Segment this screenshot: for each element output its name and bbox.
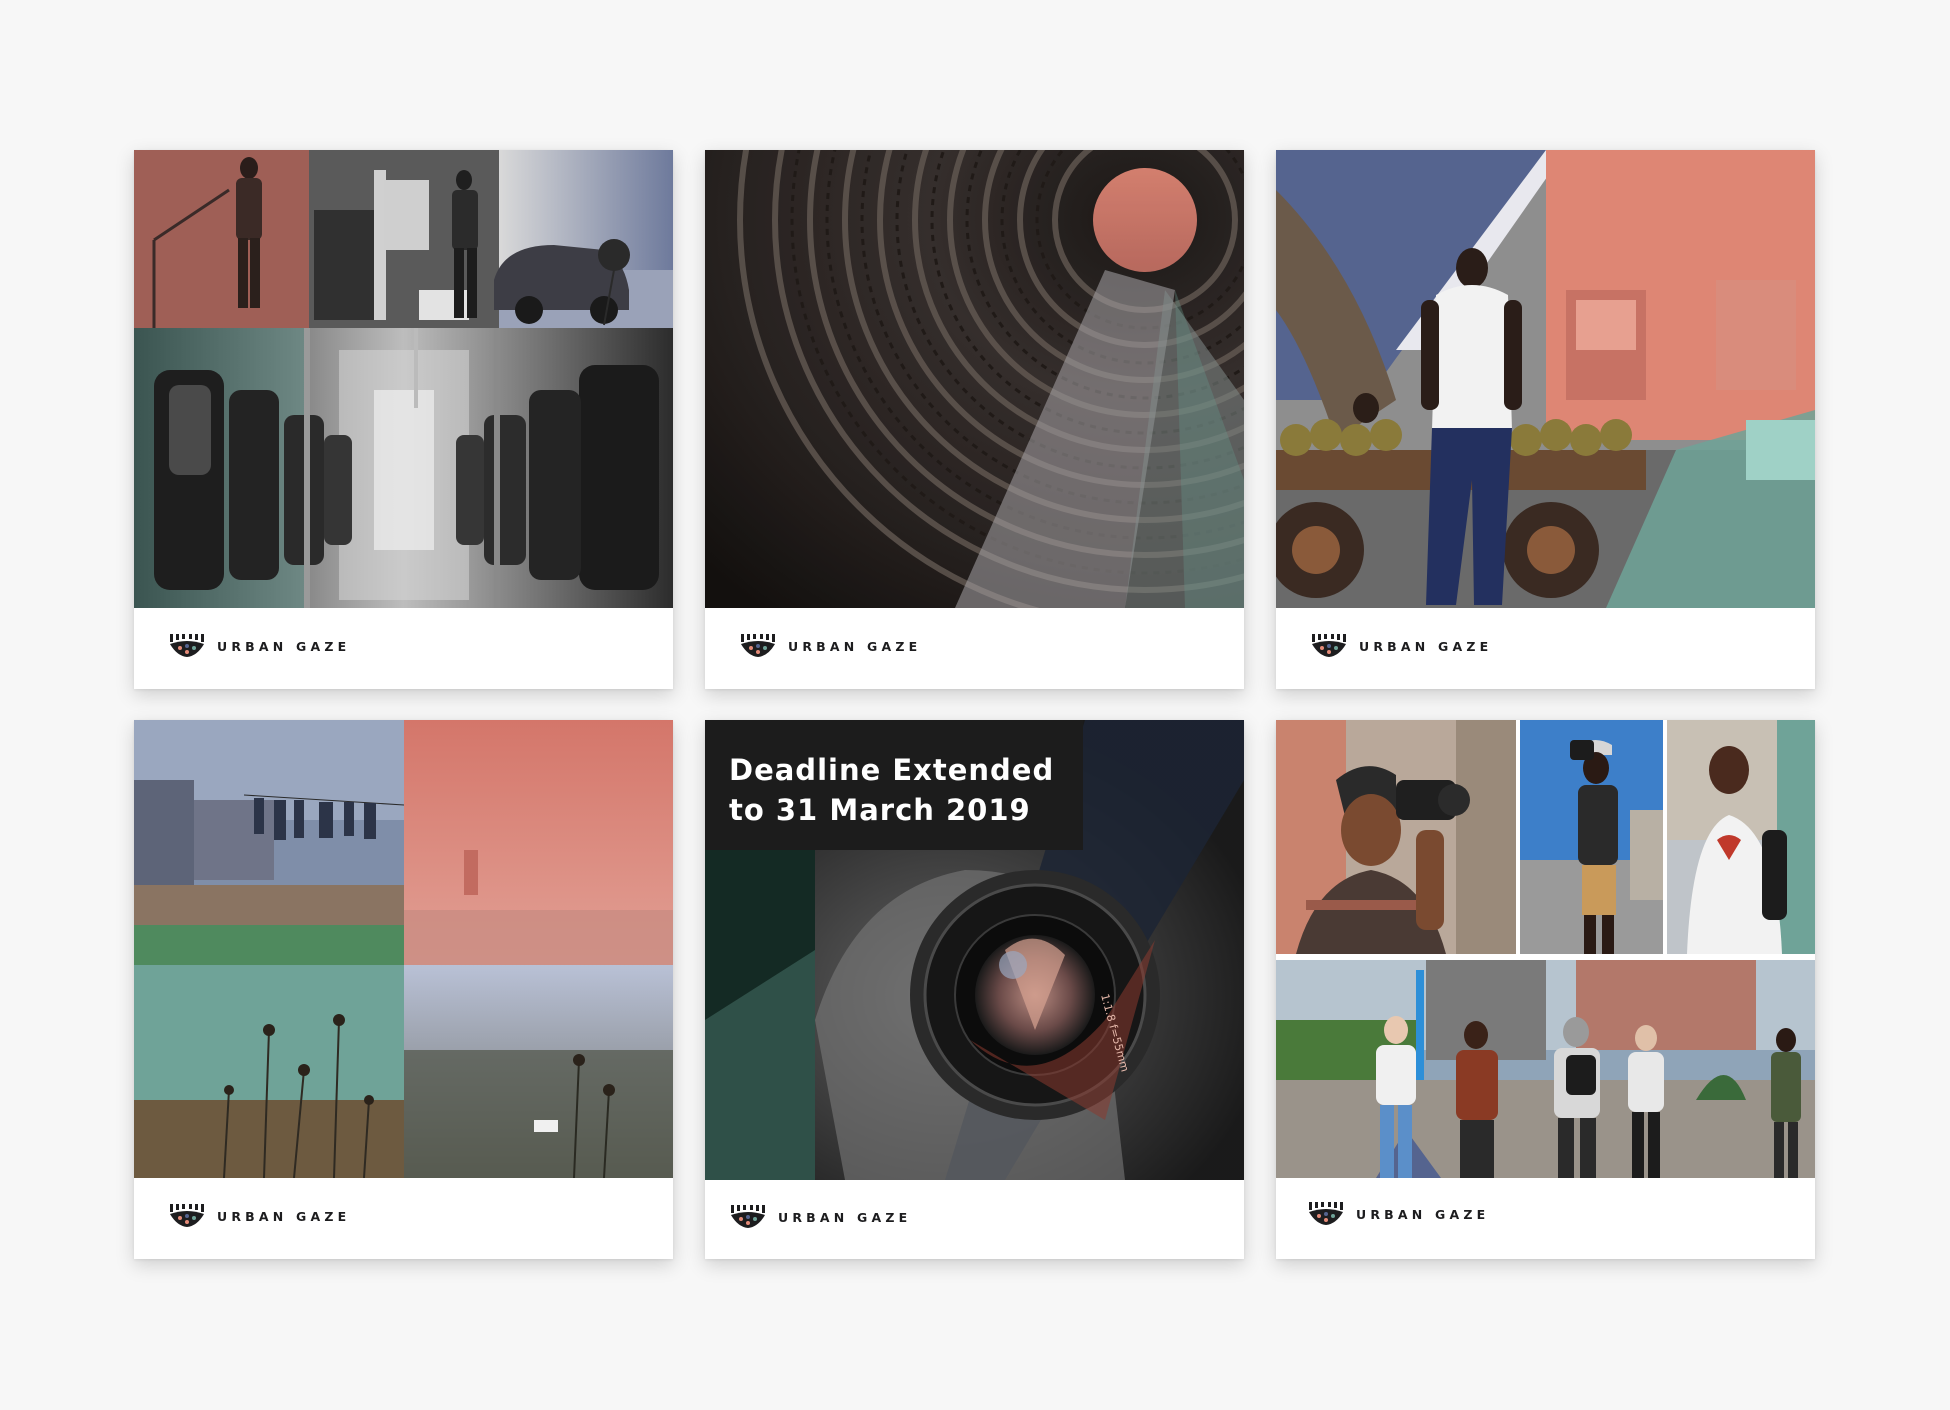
brand-name: URBAN GAZE [217, 1208, 351, 1224]
post-2-footer: URBAN GAZE [705, 608, 1244, 689]
brand-name: URBAN GAZE [788, 638, 922, 654]
deadline-headline: Deadline Extended to 31 March 2019 [705, 720, 1083, 850]
post-card-5[interactable]: 1:1.8 f=55mm Deadline Extended to 31 Mar… [705, 720, 1244, 1259]
urban-gaze-eye-logo-icon [731, 1205, 765, 1228]
post-5-photo-lens: 1:1.8 f=55mm Deadline Extended to 31 Mar… [705, 720, 1244, 1180]
post-card-1[interactable]: URBAN GAZE [134, 150, 673, 689]
brand-name: URBAN GAZE [1356, 1206, 1490, 1222]
post-card-3[interactable]: URBAN GAZE [1276, 150, 1815, 689]
brand-logo: URBAN GAZE [730, 1205, 911, 1229]
post-4-footer: URBAN GAZE [134, 1178, 673, 1259]
headline-line-1: Deadline Extended [729, 753, 1055, 787]
post-4-photo-landscape [134, 720, 673, 1178]
post-6-footer: URBAN GAZE [1276, 1178, 1815, 1259]
brand-logo: URBAN GAZE [1308, 1202, 1489, 1226]
urban-gaze-eye-logo-icon [1309, 1202, 1343, 1225]
post-1-photo-collage [134, 150, 673, 608]
post-2-image [705, 150, 1244, 608]
urban-gaze-eye-logo-icon [1312, 634, 1346, 657]
post-6-cell-photographer-man [1520, 720, 1663, 954]
post-1-footer: URBAN GAZE [134, 608, 673, 689]
brand-logo: URBAN GAZE [1311, 634, 1492, 658]
post-6-cell-photographer-woman [1276, 720, 1516, 954]
urban-gaze-eye-logo-icon [170, 634, 204, 657]
post-2-photo-tower [705, 150, 1244, 608]
brand-name: URBAN GAZE [217, 638, 351, 654]
post-card-4[interactable]: URBAN GAZE [134, 720, 673, 1259]
brand-name: URBAN GAZE [1359, 638, 1493, 654]
post-card-6[interactable]: URBAN GAZE [1276, 720, 1815, 1259]
headline-line-2: to 31 March 2019 [729, 793, 1031, 827]
post-4-image [134, 720, 673, 1178]
brand-name: URBAN GAZE [778, 1209, 912, 1225]
post-3-image [1276, 150, 1815, 608]
post-3-photo-vendor [1276, 150, 1815, 608]
brand-logo: URBAN GAZE [169, 634, 350, 658]
post-3-footer: URBAN GAZE [1276, 608, 1815, 689]
urban-gaze-eye-logo-icon [170, 1204, 204, 1227]
post-card-2[interactable]: URBAN GAZE [705, 150, 1244, 689]
brand-logo: URBAN GAZE [740, 634, 921, 658]
urban-gaze-eye-logo-icon [741, 634, 775, 657]
post-6-cell-group-walk [1276, 960, 1815, 1178]
post-6-cell-smiling-woman [1667, 720, 1815, 954]
post-1-image [134, 150, 673, 608]
post-6-photo-collage [1276, 720, 1815, 1178]
brand-logo: URBAN GAZE [169, 1204, 350, 1228]
post-5-footer: URBAN GAZE [705, 1180, 1244, 1259]
